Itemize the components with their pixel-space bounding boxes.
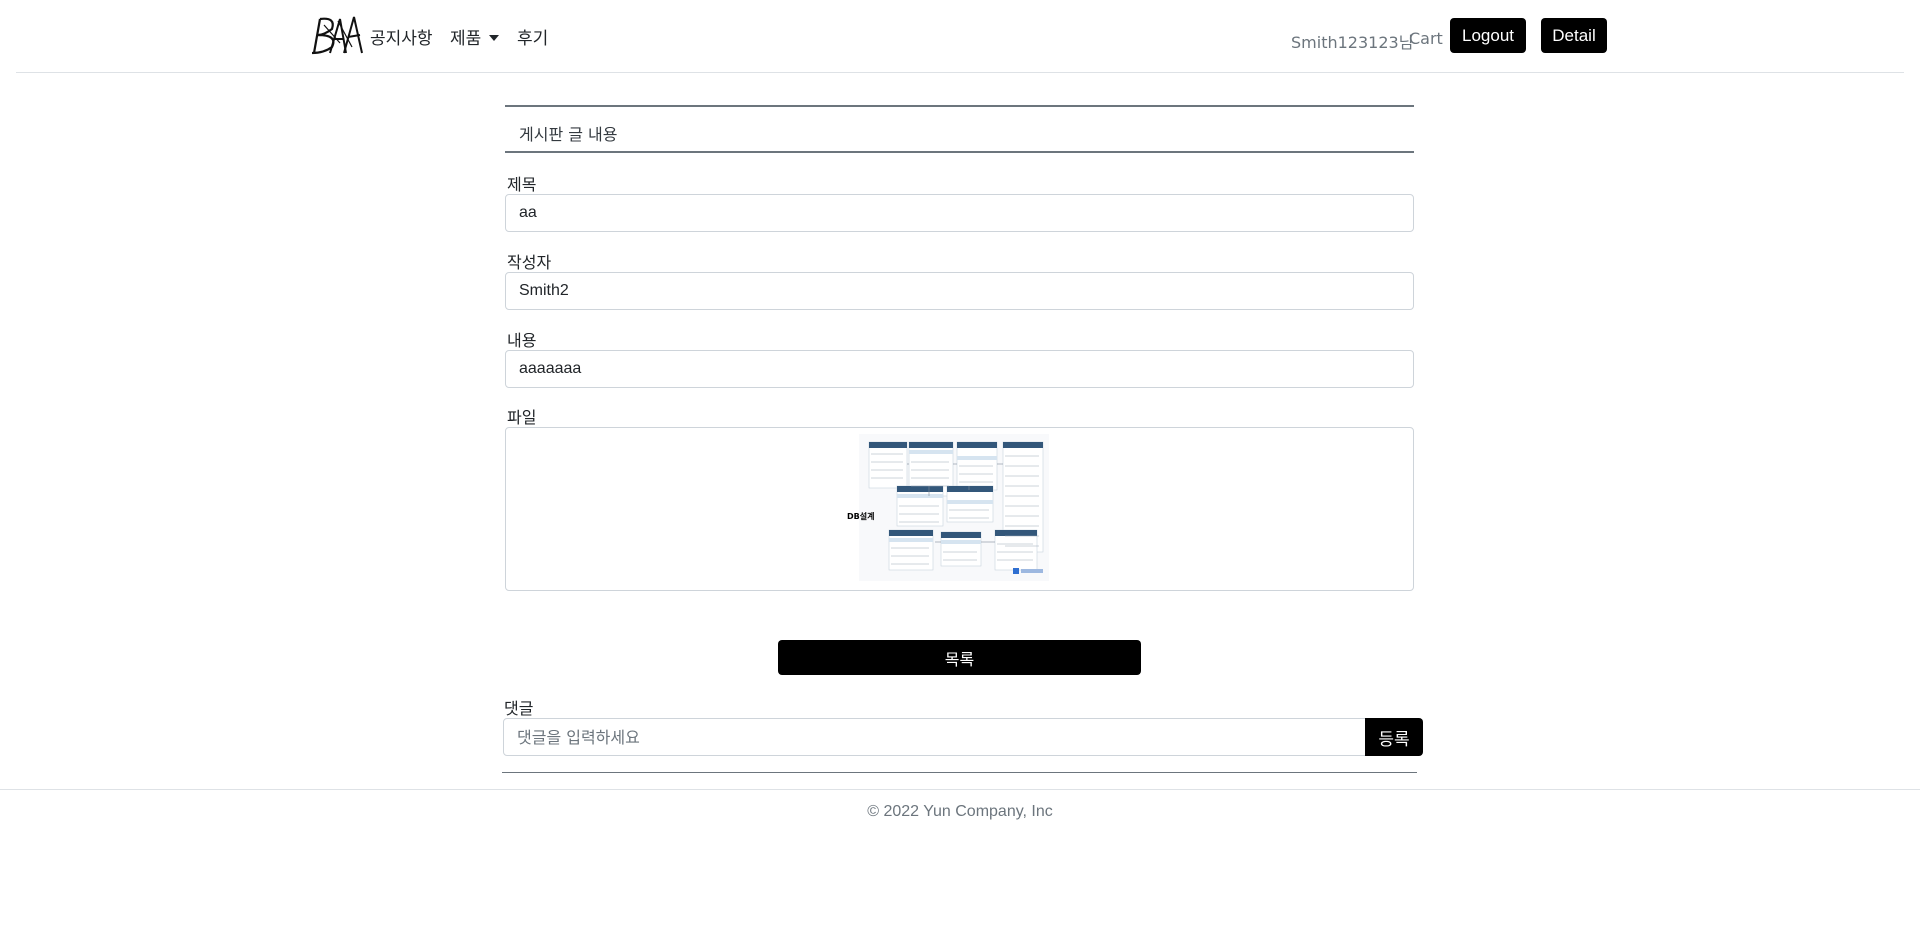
list-button[interactable]: 목록 [778,640,1141,675]
user-greeting: Smith123123님 [1291,33,1414,52]
board-heading: 게시판 글 내용 [519,125,618,144]
title-field: aa [505,194,1414,232]
writer-field: Smith2 [505,272,1414,310]
nav-review[interactable]: 후기 [517,24,548,49]
comment-label: 댓글 [504,699,534,718]
content-label: 내용 [507,331,537,350]
erd-diagram-image[interactable]: DB설계 [847,434,1049,581]
nav-product-dropdown[interactable]: 제품 [450,24,500,49]
file-preview-box: DB설계 [505,427,1414,591]
comment-submit-button[interactable]: 등록 [1365,718,1423,756]
footer-divider [0,789,1920,790]
nav-notice[interactable]: 공지사항 [370,24,433,49]
erd-thumbnail-icon [859,434,1049,581]
brand-logo[interactable] [310,13,364,57]
board-heading-bar: 게시판 글 내용 [505,105,1414,153]
site-header: 공지사항 제품 후기 Smith123123님 Cart Logout Deta… [0,0,1920,73]
nav-product-label: 제품 [450,29,482,49]
file-label: 파일 [507,408,537,427]
logout-button[interactable]: Logout [1450,18,1526,53]
title-label: 제목 [507,175,537,194]
header-divider [16,72,1904,73]
comment-input[interactable] [503,718,1366,756]
cart-link[interactable]: Cart [1409,29,1443,48]
caret-down-icon [489,35,500,41]
comment-divider [502,772,1417,773]
content-field: aaaaaaa [505,350,1414,388]
detail-button[interactable]: Detail [1541,18,1607,53]
erd-caption: DB설계 [847,512,875,521]
writer-label: 작성자 [507,253,552,272]
footer-copyright: © 2022 Yun Company, Inc [867,803,1053,820]
